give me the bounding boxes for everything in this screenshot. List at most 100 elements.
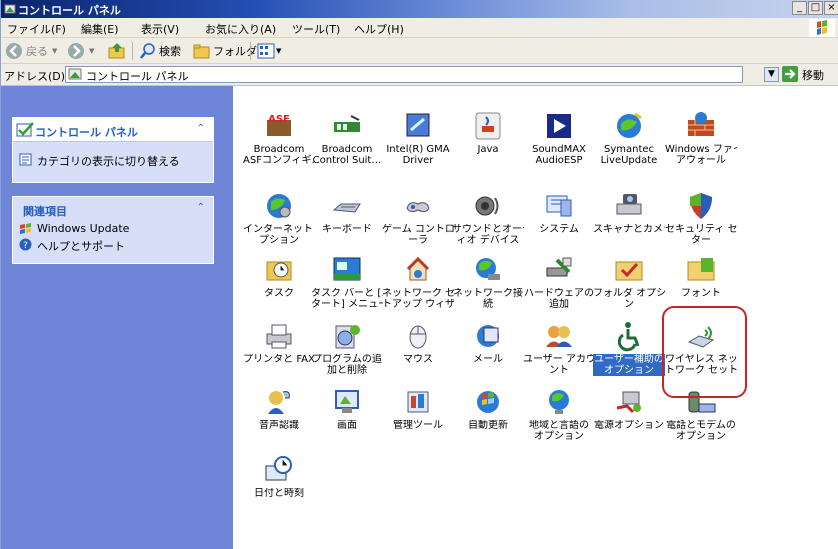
- forward-arrow-icon: [68, 43, 84, 59]
- cp-item-security-center[interactable]: セキュリティ セン ター: [665, 190, 737, 254]
- user-accounts-icon: [546, 326, 572, 347]
- cp-item-internet-options[interactable]: インターネット オ プション: [243, 190, 315, 254]
- cp-item-label: 日付と時刻: [254, 488, 304, 499]
- cp-item-admin-tools[interactable]: 管理ツール: [382, 386, 454, 450]
- cp-item-display[interactable]: 画面: [311, 386, 383, 450]
- cp-item-label: Windows ファイ アウォール: [665, 144, 737, 166]
- display-icon: [335, 390, 359, 413]
- cp-item-label: ハードウェアの 追加: [524, 288, 594, 310]
- cp-item-scheduled-tasks[interactable]: タスク: [243, 254, 315, 318]
- cp-item-java[interactable]: Java: [452, 110, 524, 174]
- maximize-button[interactable]: □: [808, 1, 823, 15]
- menu-help[interactable]: ヘルプ(H): [354, 21, 404, 37]
- up-folder-icon: [108, 43, 125, 59]
- firewall-icon: [688, 112, 714, 136]
- cp-item-intel-gma[interactable]: Intel(R) GMA Driver: [382, 110, 454, 174]
- cp-item-soundmax[interactable]: SoundMAX AudioESP: [523, 110, 595, 174]
- cp-item-folder-options[interactable]: フォルダ オプショ ン: [593, 254, 665, 318]
- intel-gma-icon: [406, 113, 430, 137]
- cp-item-mouse[interactable]: マウス: [382, 320, 454, 384]
- cp-item-label: 管理ツール: [393, 420, 443, 431]
- svg-text:?: ?: [23, 241, 28, 251]
- cp-item-power-options[interactable]: 電源オプション: [593, 386, 665, 450]
- folder-options-icon: [615, 261, 643, 281]
- cp-item-label: フォルダ オプショ ン: [593, 288, 665, 310]
- views-dropdown-icon: ▼: [276, 47, 282, 55]
- cp-item-date-time[interactable]: 日付と時刻: [243, 454, 315, 518]
- menu-favorites[interactable]: お気に入り(A): [205, 21, 276, 37]
- cp-item-label: セキュリティ セン ター: [665, 224, 737, 246]
- back-label: 戻る: [26, 45, 48, 58]
- menu-edit[interactable]: 編集(E): [81, 21, 119, 37]
- mouse-icon: [409, 325, 427, 349]
- cp-item-label: 画面: [337, 420, 357, 431]
- accessibility-icon: [617, 322, 640, 352]
- network-setup-icon: [406, 256, 430, 281]
- cp-item-label: Symantec LiveUpdate: [600, 144, 658, 166]
- cp-item-regional-language[interactable]: 地域と言語の オプション: [523, 386, 595, 450]
- cp-item-label: プリンタと FAX: [243, 354, 315, 365]
- cp-item-label: マウス: [403, 354, 433, 365]
- java-icon: [475, 112, 501, 140]
- power-options-icon: [616, 391, 641, 414]
- cp-item-add-remove-programs[interactable]: プログラムの追 加と削除: [311, 320, 383, 384]
- cp-item-taskbar[interactable]: タスク バーと [ス タート] メニュー: [311, 254, 383, 318]
- search-button[interactable]: 検索: [139, 42, 181, 60]
- address-label: アドレス(D): [4, 70, 66, 83]
- cp-item-user-accounts[interactable]: ユーザー アカウ ント: [523, 320, 595, 384]
- close-button[interactable]: ×: [824, 1, 838, 15]
- scanner-camera-icon: [616, 194, 642, 215]
- address-field[interactable]: コントロール パネル: [65, 66, 743, 83]
- windows-update-label: Windows Update: [37, 222, 130, 235]
- cp-item-firewall[interactable]: Windows ファイ アウォール: [665, 110, 737, 174]
- title-bar[interactable]: コントロール パネル _ □ ×: [1, 0, 838, 18]
- cp-item-liveupdate[interactable]: Symantec LiveUpdate: [593, 110, 665, 174]
- control-panel-icon: [68, 68, 82, 80]
- cp-item-asf[interactable]: ASF Broadcom ASFコンフィギ…: [243, 110, 315, 174]
- address-bar: アドレス(D) コントロール パネル ▼ 移動: [1, 64, 838, 86]
- collapse-chevron-icon[interactable]: ⌃: [197, 123, 205, 134]
- cp-item-network-card[interactable]: Broadcom Control Suit…: [311, 110, 383, 174]
- cp-item-system[interactable]: システム: [523, 190, 595, 254]
- control-panel-box-header[interactable]: コントロール パネル ⌃: [13, 118, 213, 142]
- cp-item-automatic-updates[interactable]: 自動更新: [452, 386, 524, 450]
- svg-text:ASF: ASF: [268, 114, 290, 125]
- cp-item-network-setup[interactable]: ネットワーク セッ トアップ ウィザ…: [382, 254, 454, 318]
- regional-language-icon: [549, 390, 569, 414]
- cp-item-accessibility[interactable]: ユーザー補助の オプション: [593, 320, 665, 384]
- cp-item-label: Broadcom Control Suit…: [312, 144, 382, 166]
- cp-item-printers[interactable]: プリンタと FAX: [243, 320, 315, 384]
- up-folder-button[interactable]: [107, 42, 127, 60]
- cp-item-keyboard[interactable]: キーボード: [311, 190, 383, 254]
- cp-item-sound[interactable]: サウンドとオーデ ィオ デバイス: [452, 190, 524, 254]
- forward-button[interactable]: ▼: [67, 42, 94, 60]
- cp-item-mail[interactable]: メール: [452, 320, 524, 384]
- menu-tools[interactable]: ツール(T): [292, 21, 340, 37]
- related-topics-header[interactable]: 関連項目 ⌃: [13, 197, 213, 221]
- windows-logo-icon: [809, 19, 835, 37]
- help-support-link[interactable]: ? ヘルプとサポート: [13, 237, 213, 253]
- windows-update-link[interactable]: Windows Update: [13, 221, 213, 237]
- switch-category-view-link[interactable]: カテゴリの表示に切り替える: [13, 152, 213, 168]
- cp-item-scanner-camera[interactable]: スキャナとカメラ: [593, 190, 665, 254]
- address-dropdown-icon[interactable]: ▼: [764, 67, 779, 82]
- cp-item-label: インターネット オ プション: [243, 224, 313, 246]
- windows-update-icon: [20, 223, 31, 234]
- cp-item-game-controller[interactable]: ゲーム コントロ ーラ: [382, 190, 454, 254]
- cp-item-network-connections[interactable]: ネットワーク接 続: [452, 254, 524, 318]
- cp-item-add-hardware[interactable]: ハードウェアの 追加: [523, 254, 595, 318]
- go-button[interactable]: 移動: [782, 66, 838, 83]
- menu-view[interactable]: 表示(V): [141, 21, 179, 37]
- menu-file[interactable]: ファイル(F): [7, 21, 66, 37]
- collapse-chevron-icon[interactable]: ⌃: [197, 202, 205, 213]
- minimize-button[interactable]: _: [792, 1, 807, 15]
- folders-button[interactable]: フォルダ: [193, 42, 257, 60]
- accessibility-highlight-frame: [662, 306, 747, 398]
- back-arrow-icon: [6, 43, 22, 59]
- cp-item-speech[interactable]: 音声認識: [243, 386, 315, 450]
- toolbar-separator: [132, 42, 133, 60]
- back-button[interactable]: 戻る ▼: [5, 42, 57, 60]
- related-topics-box: 関連項目 ⌃ Windows Update ? ヘルプとサポート: [12, 196, 214, 264]
- views-button[interactable]: ▼: [257, 42, 281, 60]
- related-topics-title: 関連項目: [23, 205, 67, 218]
